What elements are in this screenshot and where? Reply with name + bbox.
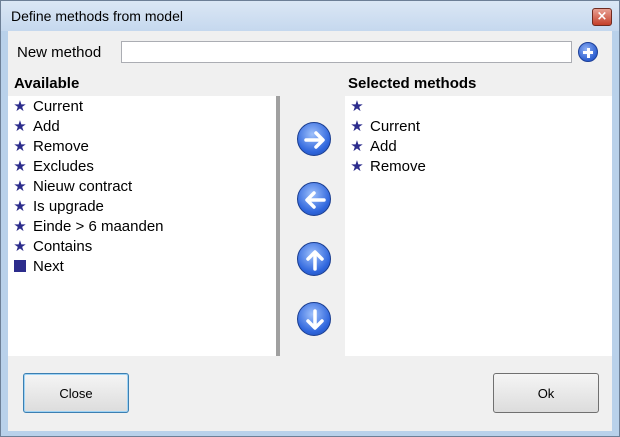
star-icon: ★ (350, 157, 364, 175)
list-item[interactable]: ★ Excludes (8, 156, 276, 176)
add-method-plus-icon[interactable] (578, 42, 598, 62)
list-item-label: Contains (33, 237, 93, 255)
dialog-window: Define methods from model × New method A… (0, 0, 620, 437)
list-item-label: Nieuw contract (33, 177, 133, 195)
ok-button[interactable]: Ok (493, 373, 599, 413)
star-icon: ★ (350, 97, 364, 115)
list-item-label: Is upgrade (33, 197, 104, 215)
move-down-arrow-icon[interactable] (297, 302, 331, 336)
move-left-arrow-icon[interactable] (297, 182, 331, 216)
star-icon: ★ (13, 97, 27, 115)
list-item[interactable]: ★ Add (8, 116, 276, 136)
list-item[interactable]: ★ Current (345, 116, 612, 136)
list-item[interactable]: ★ (345, 96, 612, 116)
star-icon: ★ (13, 177, 27, 195)
star-icon: ★ (350, 117, 364, 135)
list-item-label: Einde > 6 maanden (33, 217, 164, 235)
list-splitter[interactable] (276, 96, 280, 356)
star-icon: ★ (13, 237, 27, 255)
close-button[interactable]: Close (23, 373, 129, 413)
list-item[interactable]: ★ Add (345, 136, 612, 156)
list-item-label: Excludes (33, 157, 94, 175)
available-list[interactable]: ★ Current ★ Add ★ Remove ★ Excludes ★ Ni… (8, 96, 276, 356)
list-item-label: Current (33, 97, 84, 115)
title-bar[interactable]: Define methods from model × (1, 1, 619, 31)
list-item[interactable]: ★ Remove (345, 156, 612, 176)
selected-methods-list[interactable]: ★ ★ Current ★ Add ★ Remove (345, 96, 612, 356)
list-item[interactable]: ★ Current (8, 96, 276, 116)
star-icon: ★ (13, 157, 27, 175)
star-icon: ★ (13, 197, 27, 215)
available-header: Available (14, 75, 80, 92)
window-title: Define methods from model (11, 8, 183, 24)
move-up-arrow-icon[interactable] (297, 242, 331, 276)
list-item[interactable]: ★ Einde > 6 maanden (8, 216, 276, 236)
window-close-icon[interactable]: × (592, 8, 612, 26)
list-item-label: Next (33, 257, 64, 275)
list-item[interactable]: ★ Remove (8, 136, 276, 156)
list-item-label: Remove (370, 157, 426, 175)
dialog-client-area: New method Available Selected methods ★ … (8, 31, 612, 431)
list-item-label: Remove (33, 137, 89, 155)
list-item[interactable]: ★ Contains (8, 236, 276, 256)
move-right-arrow-icon[interactable] (297, 122, 331, 156)
list-item-label: Add (370, 137, 397, 155)
list-item[interactable]: ★ Is upgrade (8, 196, 276, 216)
list-item-label: Current (370, 117, 421, 135)
list-item-label: Add (33, 117, 60, 135)
star-icon: ★ (13, 217, 27, 235)
selected-methods-header: Selected methods (348, 75, 477, 92)
square-icon (12, 258, 28, 274)
star-icon: ★ (13, 117, 27, 135)
list-item[interactable]: Next (8, 256, 276, 276)
new-method-label: New method (17, 44, 102, 61)
star-icon: ★ (13, 137, 27, 155)
new-method-input[interactable] (121, 41, 572, 63)
star-icon: ★ (350, 137, 364, 155)
list-item[interactable]: ★ Nieuw contract (8, 176, 276, 196)
